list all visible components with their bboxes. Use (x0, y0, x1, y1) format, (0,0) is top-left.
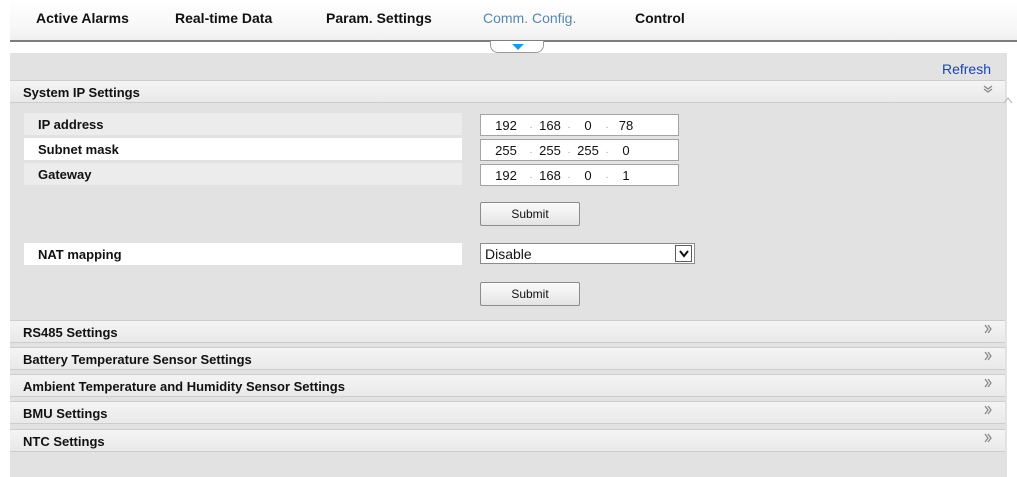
gateway-octet-1[interactable]: 192 (485, 168, 527, 183)
section-bmu-settings[interactable]: BMU Settings (10, 401, 1005, 424)
caret-down-icon (512, 44, 524, 50)
double-chevron-right-icon[interactable] (983, 433, 993, 446)
nat-mapping-value: Disable (485, 246, 532, 262)
section-title: System IP Settings (23, 85, 140, 100)
section-system-ip-settings[interactable]: System IP Settings (10, 80, 1005, 103)
double-chevron-down-icon[interactable] (983, 84, 993, 97)
tab-comm-config[interactable]: Comm. Config. (483, 10, 576, 26)
ip-octet-3[interactable]: 0 (573, 118, 603, 133)
tab-active-alarms[interactable]: Active Alarms (36, 10, 129, 26)
tab-param-settings[interactable]: Param. Settings (326, 10, 432, 26)
tab-control[interactable]: Control (635, 10, 685, 26)
main-content: Refresh System IP Settings IP address 19… (10, 53, 1007, 477)
ip-address-field[interactable]: 192 . 168 . 0 . 78 (480, 114, 679, 136)
gateway-label: Gateway (24, 163, 462, 185)
subnet-mask-field[interactable]: 255 . 255 . 255 . 0 (480, 139, 679, 161)
nat-submit-button[interactable]: Submit (480, 282, 580, 306)
section-title: Ambient Temperature and Humidity Sensor … (23, 379, 345, 394)
gateway-octet-3[interactable]: 0 (573, 168, 603, 183)
ip-octet-1[interactable]: 192 (485, 118, 527, 133)
double-chevron-right-icon[interactable] (983, 351, 993, 364)
ip-octet-2[interactable]: 168 (535, 118, 565, 133)
section-title: NTC Settings (23, 434, 105, 449)
section-title: RS485 Settings (23, 325, 118, 340)
nat-mapping-label: NAT mapping (24, 243, 462, 265)
nat-mapping-select[interactable]: Disable (480, 243, 695, 264)
ip-address-label: IP address (24, 113, 462, 135)
subnet-mask-label: Subnet mask (24, 138, 462, 160)
ip-octet-4[interactable]: 78 (611, 118, 641, 133)
double-chevron-right-icon[interactable] (983, 324, 993, 337)
scroll-up-icon[interactable] (1003, 95, 1017, 109)
section-rs485-settings[interactable]: RS485 Settings (10, 320, 1005, 343)
subnet-octet-2[interactable]: 255 (535, 143, 565, 158)
top-navigation: Active Alarms Real-time Data Param. Sett… (10, 0, 1017, 42)
section-title: Battery Temperature Sensor Settings (23, 352, 252, 367)
refresh-link[interactable]: Refresh (942, 61, 991, 77)
double-chevron-right-icon[interactable] (983, 378, 993, 391)
section-ntc-settings[interactable]: NTC Settings (10, 429, 1005, 452)
ip-submit-button[interactable]: Submit (480, 202, 580, 226)
dropdown-arrow-icon[interactable] (675, 245, 692, 262)
subnet-octet-3[interactable]: 255 (573, 143, 603, 158)
active-tab-indicator (490, 41, 544, 53)
section-title: BMU Settings (23, 406, 108, 421)
section-ambient-temperature-humidity-sensor-settings[interactable]: Ambient Temperature and Humidity Sensor … (10, 374, 1005, 397)
tab-real-time-data[interactable]: Real-time Data (175, 10, 272, 26)
gateway-octet-4[interactable]: 1 (611, 168, 641, 183)
double-chevron-right-icon[interactable] (983, 405, 993, 418)
subnet-octet-1[interactable]: 255 (485, 143, 527, 158)
gateway-octet-2[interactable]: 168 (535, 168, 565, 183)
section-battery-temperature-sensor-settings[interactable]: Battery Temperature Sensor Settings (10, 347, 1005, 370)
gateway-field[interactable]: 192 . 168 . 0 . 1 (480, 164, 679, 186)
subnet-octet-4[interactable]: 0 (611, 143, 641, 158)
